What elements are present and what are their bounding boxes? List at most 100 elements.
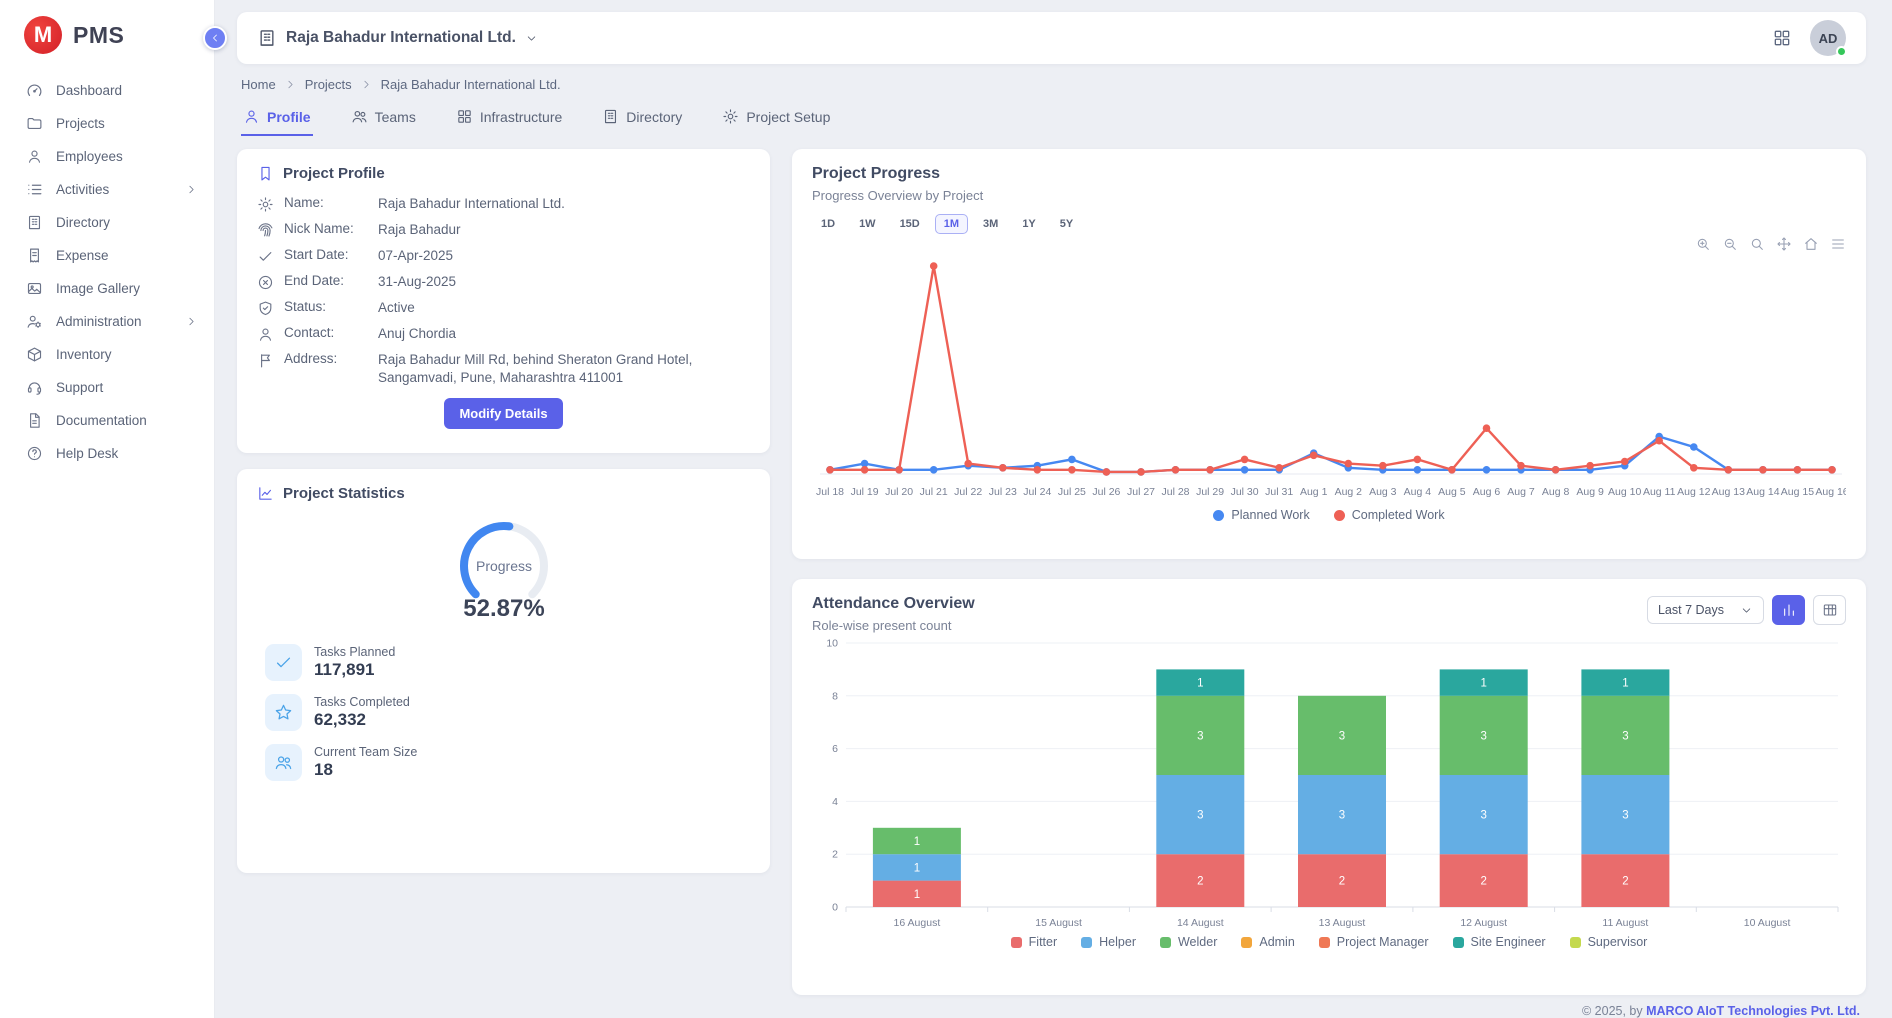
legend-label: Helper bbox=[1099, 935, 1136, 949]
sidebar-item-image-gallery[interactable]: Image Gallery bbox=[0, 272, 214, 305]
tab-project-setup[interactable]: Project Setup bbox=[720, 100, 832, 136]
svg-text:2: 2 bbox=[1480, 876, 1486, 888]
range-chip-5y[interactable]: 5Y bbox=[1051, 214, 1082, 234]
sidebar-item-expense[interactable]: Expense bbox=[0, 239, 214, 272]
company-name: Raja Bahadur International Ltd. bbox=[286, 29, 516, 47]
attendance-range-select[interactable]: Last 7 Days bbox=[1647, 596, 1764, 624]
legend-color-swatch bbox=[1160, 937, 1171, 948]
legend-color-dot bbox=[1334, 510, 1345, 521]
user-icon bbox=[243, 108, 260, 125]
tab-infrastructure[interactable]: Infrastructure bbox=[454, 100, 564, 136]
legend-project-manager[interactable]: Project Manager bbox=[1319, 935, 1429, 949]
legend-label: Planned Work bbox=[1231, 508, 1309, 522]
svg-text:13 August: 13 August bbox=[1319, 917, 1366, 929]
app-name: PMS bbox=[73, 22, 124, 49]
sidebar-collapse-button[interactable] bbox=[203, 26, 227, 50]
menu-icon[interactable] bbox=[1830, 236, 1846, 252]
tab-teams[interactable]: Teams bbox=[349, 100, 418, 136]
svg-text:2: 2 bbox=[1622, 876, 1628, 888]
chevron-down-icon bbox=[525, 32, 538, 45]
modify-details-button[interactable]: Modify Details bbox=[444, 398, 562, 429]
range-chip-3m[interactable]: 3M bbox=[974, 214, 1007, 234]
sidebar-item-administration[interactable]: Administration bbox=[0, 305, 214, 338]
sidebar-item-projects[interactable]: Projects bbox=[0, 107, 214, 140]
svg-text:Jul 27: Jul 27 bbox=[1127, 486, 1155, 498]
svg-text:3: 3 bbox=[1480, 810, 1486, 822]
apps-grid-icon[interactable] bbox=[1772, 28, 1792, 48]
avatar-initials: AD bbox=[1819, 31, 1838, 46]
svg-text:11 August: 11 August bbox=[1602, 917, 1648, 929]
sidebar-item-support[interactable]: Support bbox=[0, 371, 214, 404]
sidebar-item-label: Help Desk bbox=[56, 446, 198, 461]
legend-fitter[interactable]: Fitter bbox=[1011, 935, 1057, 949]
sidebar-item-inventory[interactable]: Inventory bbox=[0, 338, 214, 371]
range-chip-1w[interactable]: 1W bbox=[850, 214, 885, 234]
sidebar-item-employees[interactable]: Employees bbox=[0, 140, 214, 173]
breadcrumb-item-projects[interactable]: Projects bbox=[305, 77, 352, 92]
sidebar-item-help-desk[interactable]: Help Desk bbox=[0, 437, 214, 470]
breadcrumb-item-home[interactable]: Home bbox=[241, 77, 276, 92]
sidebar-item-label: Activities bbox=[56, 182, 172, 197]
legend-site-engineer[interactable]: Site Engineer bbox=[1453, 935, 1546, 949]
legend-completed-work[interactable]: Completed Work bbox=[1334, 508, 1445, 522]
app-logo[interactable]: M PMS bbox=[0, 0, 214, 70]
svg-text:10 August: 10 August bbox=[1744, 917, 1791, 929]
sidebar-item-activities[interactable]: Activities bbox=[0, 173, 214, 206]
breadcrumb-item-raja-bahadur-international-ltd: Raja Bahadur International Ltd. bbox=[381, 77, 561, 92]
svg-text:3: 3 bbox=[1339, 730, 1345, 742]
svg-text:14 August: 14 August bbox=[1177, 917, 1224, 929]
field-label: Contact: bbox=[284, 325, 368, 340]
tab-label: Infrastructure bbox=[480, 109, 562, 125]
selection-zoom-icon[interactable] bbox=[1749, 236, 1765, 252]
svg-text:3: 3 bbox=[1622, 810, 1628, 822]
avatar[interactable]: AD bbox=[1810, 20, 1846, 56]
svg-text:6: 6 bbox=[832, 743, 838, 755]
sidebar-item-documentation[interactable]: Documentation bbox=[0, 404, 214, 437]
svg-text:2: 2 bbox=[1197, 876, 1203, 888]
home-icon[interactable] bbox=[1803, 236, 1819, 252]
legend-admin[interactable]: Admin bbox=[1241, 935, 1294, 949]
bar-chart-legend: Fitter Helper Welder Admin Project Manager Si… bbox=[812, 935, 1846, 949]
gear-icon bbox=[722, 108, 739, 125]
infrastructure-icon bbox=[456, 108, 473, 125]
pan-icon[interactable] bbox=[1776, 236, 1792, 252]
stat-value: 117,891 bbox=[314, 660, 395, 680]
footer-company-link[interactable]: MARCO AIoT Technologies Pvt. Ltd. bbox=[1646, 1004, 1860, 1018]
tab-directory[interactable]: Directory bbox=[600, 100, 684, 136]
profile-field-status: Status:Active bbox=[257, 299, 750, 317]
zoom-out-icon[interactable] bbox=[1722, 236, 1738, 252]
svg-text:Aug 2: Aug 2 bbox=[1335, 486, 1363, 498]
range-chip-1d[interactable]: 1D bbox=[812, 214, 844, 234]
tab-profile[interactable]: Profile bbox=[241, 100, 313, 136]
range-chip-1m[interactable]: 1M bbox=[935, 214, 968, 234]
sidebar-item-label: Dashboard bbox=[56, 83, 198, 98]
footer: © 2025, by MARCO AIoT Technologies Pvt. … bbox=[243, 1004, 1860, 1018]
range-chip-1y[interactable]: 1Y bbox=[1013, 214, 1044, 234]
view-toggles bbox=[1772, 595, 1846, 625]
legend-planned-work[interactable]: Planned Work bbox=[1213, 508, 1309, 522]
sidebar-item-directory[interactable]: Directory bbox=[0, 206, 214, 239]
sidebar-item-dashboard[interactable]: Dashboard bbox=[0, 74, 214, 107]
stats-card-header: Project Statistics bbox=[257, 485, 750, 502]
svg-text:3: 3 bbox=[1197, 810, 1203, 822]
bookmark-icon bbox=[257, 165, 274, 182]
attendance-bar-chart: 024681011116 August15 August233114 Augus… bbox=[812, 637, 1846, 933]
stat-label: Tasks Planned bbox=[314, 645, 395, 659]
users-icon bbox=[351, 108, 368, 125]
legend-label: Site Engineer bbox=[1471, 935, 1546, 949]
attendance-header: Attendance Overview Role-wise present co… bbox=[812, 595, 1846, 633]
company-selector[interactable]: Raja Bahadur International Ltd. bbox=[257, 28, 538, 48]
table-view-toggle[interactable] bbox=[1813, 595, 1846, 625]
legend-supervisor[interactable]: Supervisor bbox=[1570, 935, 1648, 949]
zoom-in-icon[interactable] bbox=[1695, 236, 1711, 252]
legend-helper[interactable]: Helper bbox=[1081, 935, 1136, 949]
legend-color-swatch bbox=[1570, 937, 1581, 948]
svg-text:1: 1 bbox=[914, 862, 920, 874]
range-chip-15d[interactable]: 15D bbox=[891, 214, 929, 234]
profile-field-contact: Contact:Anuj Chordia bbox=[257, 325, 750, 343]
svg-text:Aug 10: Aug 10 bbox=[1608, 486, 1641, 498]
project-progress-card: Project Progress Progress Overview by Pr… bbox=[792, 149, 1866, 559]
svg-text:3: 3 bbox=[1480, 730, 1486, 742]
chart-view-toggle[interactable] bbox=[1772, 595, 1805, 625]
legend-welder[interactable]: Welder bbox=[1160, 935, 1217, 949]
